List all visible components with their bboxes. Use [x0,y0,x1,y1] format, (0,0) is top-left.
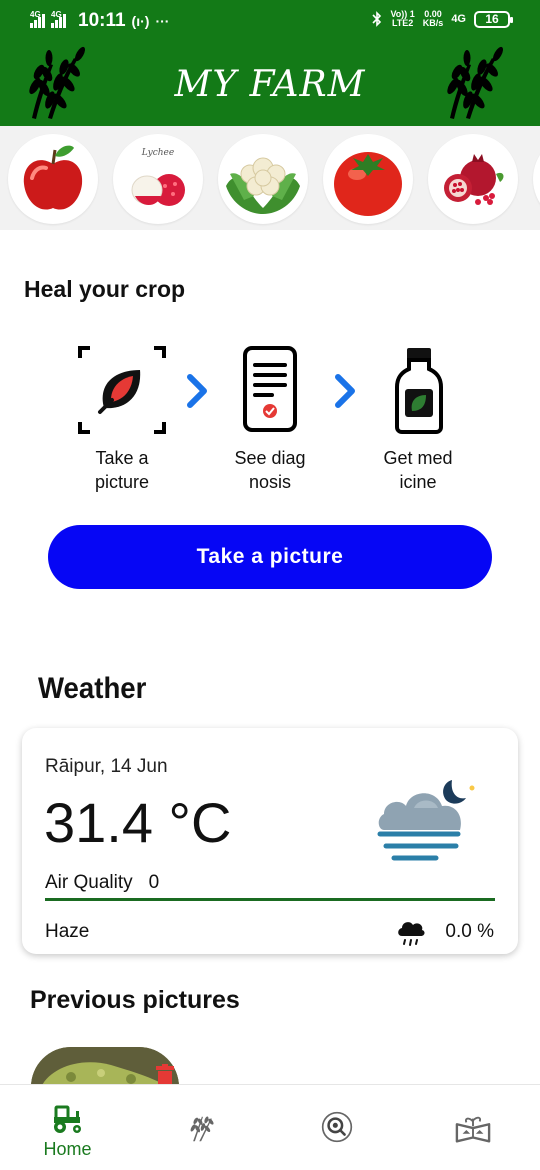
nav-diagnose[interactable] [270,1085,405,1170]
weather-condition: Haze [45,921,90,942]
step-label-diagnosis: See diag nosis [234,448,306,492]
status-bar: 4G 4G 10:11 (ı·) ··· Vo)) 1 LTE2 0.00 KB/s… [0,0,540,40]
signal-icon-2: 4G [51,10,66,28]
chevron-right-icon [187,374,207,408]
delete-icon[interactable] [154,1064,176,1086]
tomato-icon [334,152,402,216]
take-picture-button[interactable]: Take a picture [48,525,492,589]
crop-more[interactable] [533,134,540,224]
battery-icon: 16 [474,10,513,28]
more-icon: ··· [155,13,170,29]
cauliflower-icon [226,157,300,214]
nav-crops[interactable] [135,1085,270,1170]
book-plant-icon [455,1116,491,1143]
diagnosis-report-icon [243,346,297,432]
chevron-right-icon [335,374,355,408]
rain-cloud-icon [398,922,425,946]
weather-temperature: 31.4 °C [44,791,232,854]
status-right: Vo)) 1 LTE2 0.00 KB/s 4G 16 [372,9,513,28]
clock: 10:11 [78,10,126,31]
crop-apple[interactable] [8,134,98,224]
crop-label: Lychee [141,148,175,158]
air-quality-bar [45,898,495,901]
wheat-logo-icon-right [447,46,504,119]
tractor-icon [54,1105,81,1133]
wheat-icon [190,1116,214,1142]
step-label-medicine: Get med icine [383,448,453,492]
crop-cauliflower[interactable] [218,134,308,224]
search-diagnose-icon [321,1111,353,1143]
medicine-bottle-icon [395,348,443,434]
weather-location-date: Rāipur, 14 Jun [45,756,168,777]
nav-learn[interactable] [405,1085,540,1170]
net-speed: 0.00 KB/s [422,9,444,28]
app-header: 4G 4G 10:11 (ı·) ··· Vo)) 1 LTE2 0.00 KB/s… [0,0,540,126]
weather-card[interactable]: Rāipur, 14 Jun 31.4 °C Air Quality 0 Haze… [22,728,518,954]
scan-leaf-icon [78,346,166,434]
previous-pictures-title: Previous pictures [30,986,240,1014]
status-left: 4G 4G 10:11 (ı·) ··· [30,10,169,32]
haze-night-icon [377,780,475,861]
heal-title: Heal your crop [24,276,186,302]
weather-title: Weather [38,672,147,705]
crop-lychee[interactable]: Lychee [113,134,203,224]
network-type: 4G [451,13,466,25]
step-label-take-picture: Take a picture [94,448,150,492]
crop-pomegranate[interactable] [428,134,518,224]
crop-tomato[interactable] [323,134,413,224]
hotspot-icon: (ı·) [131,13,150,29]
air-quality: Air Quality 0 [45,872,160,893]
bluetooth-icon [372,11,382,27]
nav-home[interactable]: Home [0,1085,135,1170]
crop-selector: Lychee [0,126,540,230]
signal-icon: 4G [30,10,45,28]
pomegranate-icon [444,154,504,205]
bottom-navigation: Home [0,1084,540,1170]
apple-icon [23,145,83,210]
rain-chance: 0.0 % [445,921,494,942]
volte-indicator: Vo)) 1 LTE2 [390,9,415,28]
nav-home-label: Home [43,1139,92,1159]
